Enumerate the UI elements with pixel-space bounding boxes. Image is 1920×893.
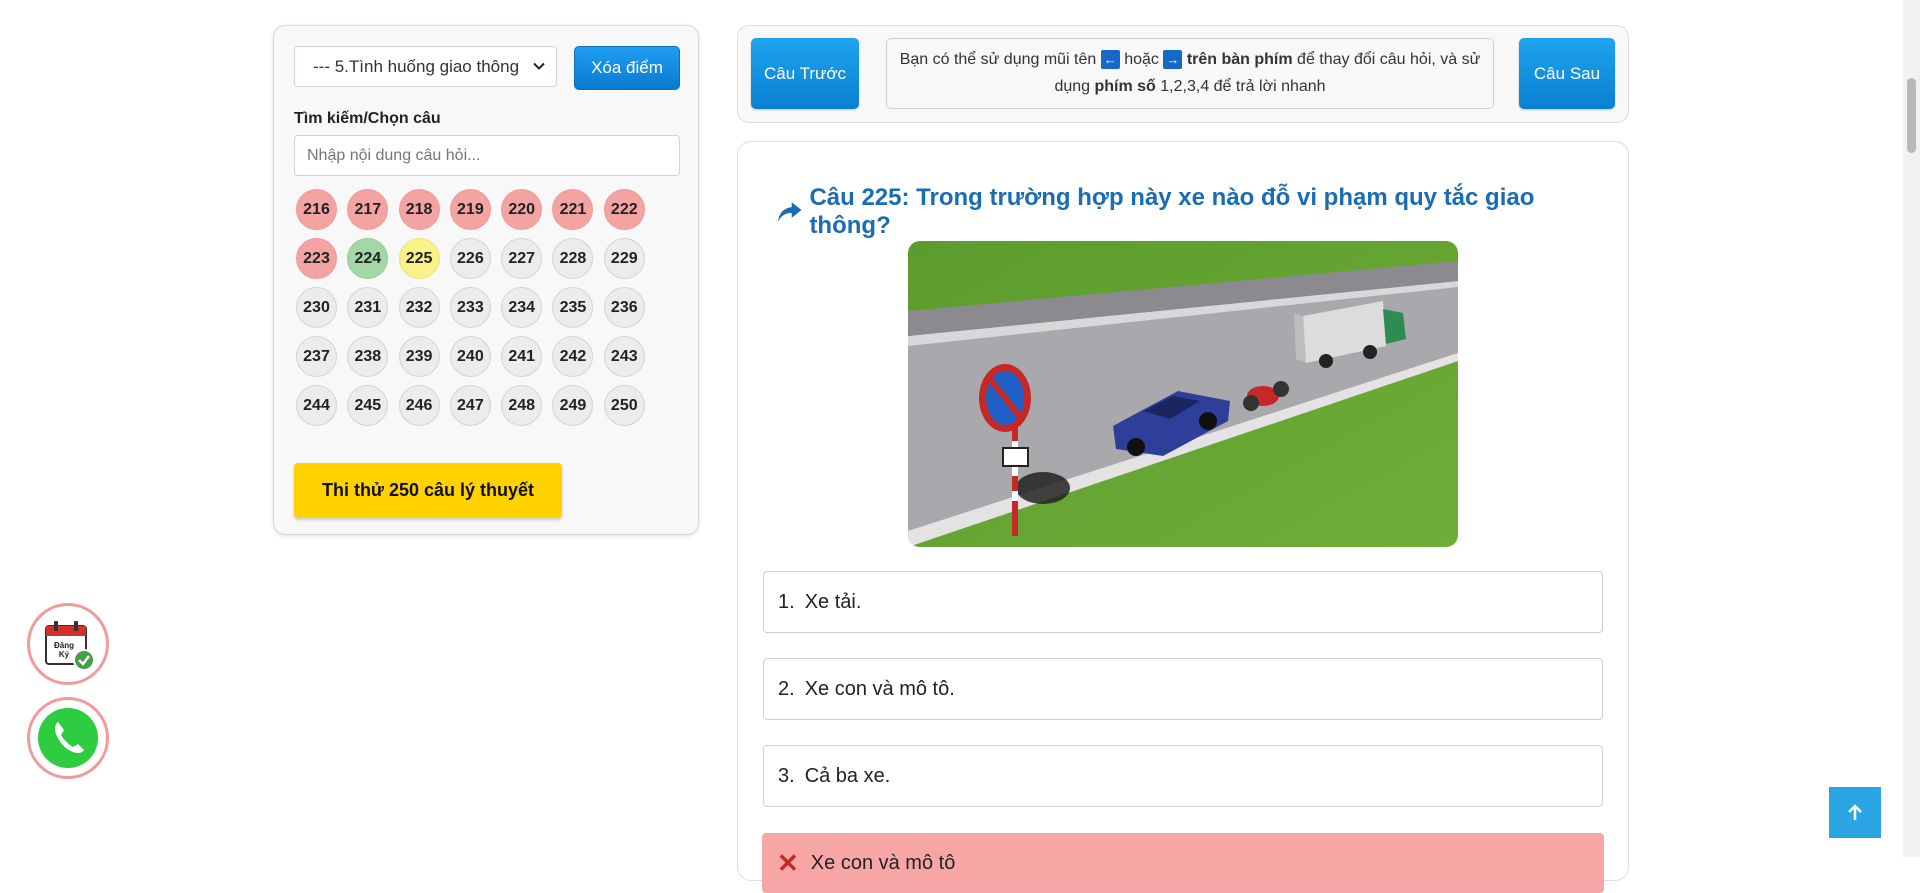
hint-text: Bạn có thể sử dụng mũi tên: [899, 51, 1097, 68]
result-text: Xe con và mô tô: [810, 851, 956, 874]
answer-text: Xe tải.: [804, 590, 862, 613]
hint-bold: trên bàn phím: [1186, 51, 1293, 68]
arrow-left-icon: ←: [1100, 50, 1120, 70]
page-scrollbar[interactable]: [1903, 0, 1920, 857]
close-icon: ✕: [777, 847, 799, 878]
question-number-237[interactable]: 237: [296, 336, 337, 377]
question-number-226[interactable]: 226: [449, 238, 491, 279]
answer-number: 2.: [778, 677, 795, 700]
clear-score-button[interactable]: Xóa điểm: [574, 46, 680, 90]
question-number-233[interactable]: 233: [449, 287, 491, 328]
question-number-217[interactable]: 217: [347, 189, 389, 230]
question-number-236[interactable]: 236: [603, 287, 645, 328]
scroll-to-top-button[interactable]: [1829, 787, 1881, 838]
question-number-250[interactable]: 250: [603, 385, 645, 426]
question-number-242[interactable]: 242: [552, 336, 594, 377]
question-number-249[interactable]: 249: [552, 385, 594, 426]
register-text: Ký: [59, 650, 70, 659]
share-arrow-icon: [777, 202, 802, 222]
question-number-248[interactable]: 248: [501, 385, 543, 426]
question-number-234[interactable]: 234: [501, 287, 543, 328]
nav-bar: Câu Trước Bạn có thể sử dụng mũi tên ← h…: [737, 25, 1629, 123]
phone-call-button[interactable]: [27, 697, 109, 779]
question-number-228[interactable]: 228: [552, 238, 594, 279]
answer-option-2[interactable]: 2. Xe con và mô tô.: [763, 658, 1603, 720]
keyboard-hint: Bạn có thể sử dụng mũi tên ← hoặc → trên…: [886, 38, 1494, 109]
practice-exam-button[interactable]: Thi thử 250 câu lý thuyết: [294, 463, 562, 518]
arrow-up-icon: [1848, 803, 1862, 820]
question-number-246[interactable]: 246: [398, 385, 440, 426]
answer-text: Cả ba xe.: [804, 764, 891, 787]
answer-number: 3.: [778, 764, 795, 787]
question-number-230[interactable]: 230: [296, 287, 337, 328]
question-number-232[interactable]: 232: [398, 287, 440, 328]
answer-option-1[interactable]: 1. Xe tải.: [763, 571, 1603, 633]
register-text: Đăng: [54, 641, 74, 650]
phone-icon: [38, 708, 98, 768]
question-number-241[interactable]: 241: [501, 336, 543, 377]
search-label: Tìm kiếm/Chọn câu: [294, 110, 441, 127]
question-number-227[interactable]: 227: [501, 238, 543, 279]
question-number-218[interactable]: 218: [398, 189, 440, 230]
traffic-scene-illustration: [908, 241, 1458, 547]
topic-select[interactable]: --- 5.Tình huống giao thông: [294, 46, 557, 87]
answer-result: ✕ Xe con và mô tô: [762, 833, 1604, 893]
calendar-check-icon: Đăng Ký: [45, 621, 95, 671]
question-number-231[interactable]: 231: [347, 287, 389, 328]
question-number-219[interactable]: 219: [449, 189, 491, 230]
question-image: [908, 241, 1458, 547]
scrollbar-thumb[interactable]: [1907, 78, 1916, 153]
question-number-229[interactable]: 229: [603, 238, 645, 279]
question-number-239[interactable]: 239: [398, 336, 440, 377]
question-grid: 216 217 218 219 220 221 222 223 224 225 226 227 228 2…: [296, 189, 681, 426]
question-number-247[interactable]: 247: [449, 385, 491, 426]
question-number-245[interactable]: 245: [347, 385, 389, 426]
question-number-243[interactable]: 243: [603, 336, 645, 377]
question-number-220[interactable]: 220: [501, 189, 543, 230]
hint-text: hoặc: [1124, 51, 1159, 68]
question-number-240[interactable]: 240: [449, 336, 491, 377]
question-number-225[interactable]: 225: [398, 238, 440, 279]
hint-bold: phím số: [1094, 78, 1156, 95]
question-number-222[interactable]: 222: [603, 189, 645, 230]
answer-text: Xe con và mô tô.: [804, 677, 955, 700]
question-title: Câu 225: Trong trường hợp này xe nào đỗ …: [776, 184, 1606, 240]
question-number-221[interactable]: 221: [552, 189, 594, 230]
topic-select-value: --- 5.Tình huống giao thông: [313, 56, 520, 76]
answer-option-3[interactable]: 3. Cả ba xe.: [763, 745, 1603, 807]
chevron-down-icon: [533, 62, 545, 70]
question-number-223[interactable]: 223: [296, 238, 337, 279]
question-number-238[interactable]: 238: [347, 336, 389, 377]
hint-text: 1,2,3,4 để trả lời nhanh: [1160, 78, 1326, 95]
search-input[interactable]: [294, 135, 680, 176]
sidebar-card: --- 5.Tình huống giao thông Xóa điểm Tìm…: [273, 25, 699, 535]
arrow-right-icon: →: [1163, 50, 1183, 70]
prev-question-button[interactable]: Câu Trước: [751, 38, 859, 109]
question-title-text: Câu 225: Trong trường hợp này xe nào đỗ …: [809, 184, 1535, 239]
question-card: Câu 225: Trong trường hợp này xe nào đỗ …: [737, 141, 1629, 893]
next-question-button[interactable]: Câu Sau: [1519, 38, 1615, 109]
register-button[interactable]: Đăng Ký: [27, 603, 109, 685]
question-number-224[interactable]: 224: [347, 238, 389, 279]
question-number-216[interactable]: 216: [296, 189, 337, 230]
answer-number: 1.: [778, 590, 795, 613]
question-number-235[interactable]: 235: [552, 287, 594, 328]
question-number-244[interactable]: 244: [296, 385, 337, 426]
